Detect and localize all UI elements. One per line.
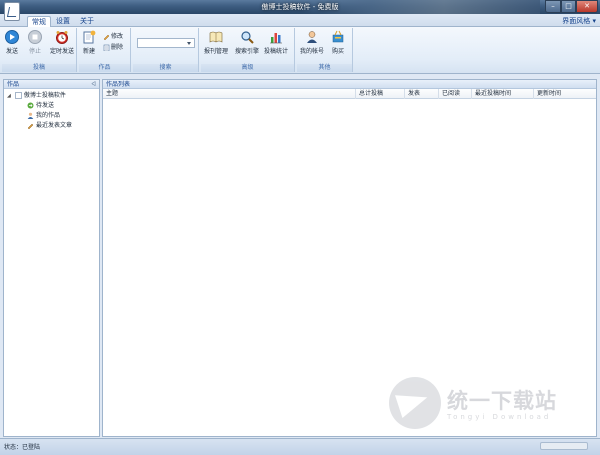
ribbon-group-advanced: 报刊管理 搜索引擎 投稿统计 高级 — [201, 28, 295, 72]
periodical-management-button[interactable]: 报刊管理 — [204, 30, 228, 55]
cart-icon — [331, 30, 345, 44]
ribbon: 发送 停止 定时发送 投稿 新建 修改 删除 作品 搜索 报刊管理 搜索引擎 投… — [0, 27, 600, 74]
skin-style-menu[interactable]: 界面风格 ▾ — [562, 16, 596, 26]
column-total-submissions[interactable]: 总计投稿 — [356, 89, 405, 99]
ribbon-group-label: 作品 — [79, 64, 130, 72]
tree-item-my-works[interactable]: 我的作品 — [7, 111, 99, 121]
maximize-button[interactable]: □ — [561, 0, 576, 13]
delete-work-button[interactable]: 删除 — [103, 43, 123, 52]
recent-articles-icon — [27, 122, 34, 130]
my-works-icon — [27, 112, 34, 119]
submission-stats-button[interactable]: 投稿统计 — [264, 30, 288, 55]
tree-item-recent-articles[interactable]: 最近发表文章 — [7, 121, 99, 131]
ribbon-tabs: 常规 设置 关于 界面风格 ▾ — [0, 14, 600, 27]
bar-chart-icon — [269, 30, 283, 44]
tab-about[interactable]: 关于 — [76, 16, 98, 27]
ribbon-group-label: 投稿 — [2, 64, 76, 72]
ribbon-group-label: 搜索 — [133, 64, 198, 72]
new-work-button[interactable]: 新建 — [82, 30, 96, 55]
panel-collapse-icon[interactable]: ᐊ — [91, 80, 96, 89]
app-menu-icon[interactable] — [4, 2, 20, 21]
status-progress-bar — [540, 442, 588, 450]
ribbon-group-other: 我的帐号 购买 其他 — [297, 28, 353, 72]
scheduled-send-button[interactable]: 定时发送 — [50, 30, 74, 55]
buy-button[interactable]: 购买 — [331, 30, 345, 55]
works-list-panel: 作品列表 主题 总计投稿 发表 已阅读 最近投稿时间 更新时间 — [102, 79, 597, 437]
tab-home[interactable]: 常规 — [27, 16, 51, 27]
tab-settings[interactable]: 设置 — [52, 16, 74, 27]
my-account-button[interactable]: 我的帐号 — [300, 30, 324, 55]
document-icon — [15, 92, 22, 99]
magnifier-icon — [240, 30, 254, 44]
works-tree: ◢ 傲博士投稿软件 待发送 我的作品 最近发表文章 — [4, 89, 99, 131]
delete-icon — [103, 44, 110, 52]
window-title: 傲博士投稿软件 - 免费版 — [261, 3, 339, 11]
search-engine-button[interactable]: 搜索引擎 — [235, 30, 259, 55]
works-panel-header: 作品 ᐊ — [4, 80, 99, 89]
status-text: 状态：已登陆 — [4, 444, 41, 451]
book-icon — [209, 30, 223, 44]
status-bar: 状态：已登陆 — [0, 438, 600, 455]
column-updated[interactable]: 更新时间 — [534, 89, 596, 99]
column-read[interactable]: 已阅读 — [439, 89, 472, 99]
tree-item-pending[interactable]: 待发送 — [7, 101, 99, 111]
works-panel: 作品 ᐊ ◢ 傲博士投稿软件 待发送 我的作品 最近发表文章 — [3, 79, 100, 437]
user-icon — [305, 30, 319, 44]
ribbon-group-search: 搜索 — [133, 28, 199, 72]
search-dropdown[interactable] — [137, 38, 195, 48]
works-table-header: 主题 总计投稿 发表 已阅读 最近投稿时间 更新时间 — [103, 89, 596, 99]
pencil-icon — [103, 33, 110, 41]
ribbon-group-submit: 发送 停止 定时发送 投稿 — [2, 28, 77, 72]
column-published[interactable]: 发表 — [405, 89, 439, 99]
close-button[interactable]: ✕ — [576, 0, 598, 13]
title-bar: 傲博士投稿软件 - 免费版 – □ ✕ — [0, 0, 600, 14]
pending-send-icon — [27, 102, 34, 109]
tree-root[interactable]: ◢ 傲博士投稿软件 — [7, 91, 99, 101]
ribbon-group-label: 高级 — [201, 64, 294, 72]
ribbon-group-works: 新建 修改 删除 作品 — [79, 28, 131, 72]
minimize-button[interactable]: – — [545, 0, 561, 13]
tree-expander-icon[interactable]: ◢ — [7, 91, 13, 101]
stop-button[interactable]: 停止 — [28, 30, 42, 55]
ribbon-group-label: 其他 — [297, 64, 352, 72]
column-last-submitted[interactable]: 最近投稿时间 — [472, 89, 534, 99]
stop-icon — [28, 30, 42, 44]
edit-work-button[interactable]: 修改 — [103, 32, 123, 41]
column-subject[interactable]: 主题 — [103, 89, 356, 99]
new-document-icon — [82, 30, 96, 44]
send-icon — [5, 30, 19, 44]
send-button[interactable]: 发送 — [5, 30, 19, 55]
alarm-clock-icon — [55, 30, 69, 44]
works-list-header: 作品列表 — [103, 80, 596, 89]
